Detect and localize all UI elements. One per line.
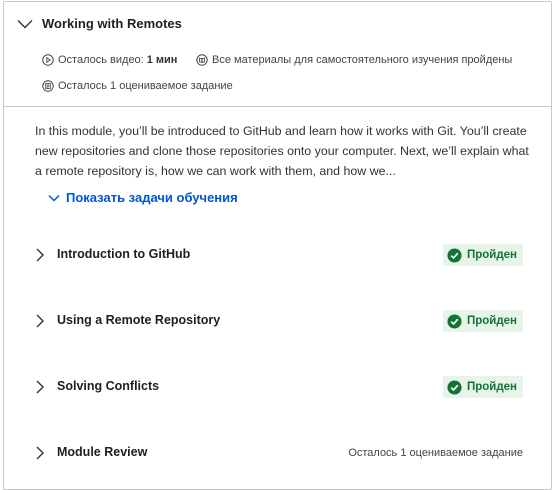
videos-remaining: Осталось видео: 1 мин: [42, 54, 177, 66]
play-circle-icon: [42, 54, 54, 66]
assignment-icon: [42, 80, 54, 92]
lesson-row-solving-conflicts[interactable]: Solving Conflicts Пройден: [4, 367, 551, 407]
status-label: Пройден: [466, 249, 517, 261]
lesson-row-module-review[interactable]: Module Review Осталось 1 оцениваемое зад…: [4, 433, 551, 473]
chevron-right-icon: [36, 248, 44, 262]
module-description: In this module, you’ll be introduced to …: [35, 124, 529, 178]
chevron-down-icon[interactable]: [17, 16, 33, 32]
check-circle-icon: [447, 313, 462, 329]
module-title[interactable]: Working with Remotes: [42, 16, 182, 31]
videos-remaining-value: 1 мин: [146, 54, 178, 66]
lesson-title: Introduction to GitHub: [57, 247, 191, 261]
chevron-right-icon: [36, 380, 44, 394]
status-badge: Пройден: [442, 376, 523, 398]
graded-remaining-text: Осталось 1 оцениваемое задание: [348, 447, 523, 459]
videos-remaining-label: Осталось видео:: [58, 54, 144, 66]
self-study-label: Все материалы для самостоятельного изуче…: [212, 54, 513, 66]
graded-remaining-label: Осталось 1 оцениваемое задание: [58, 80, 233, 92]
lesson-title: Using a Remote Repository: [57, 313, 221, 327]
lesson-row-using-a-remote-repository[interactable]: Using a Remote Repository Пройден: [4, 301, 551, 341]
lesson-title: Module Review: [57, 445, 148, 459]
self-study-status: Все материалы для самостоятельного изуче…: [196, 54, 512, 66]
graded-remaining: Осталось 1 оцениваемое задание: [42, 80, 233, 92]
lesson-row-introduction-to-github[interactable]: Introduction to GitHub Пройден: [4, 235, 551, 275]
status-badge: Пройден: [442, 244, 523, 266]
module-header: Working with Remotes Осталось видео: 1 м…: [4, 2, 551, 107]
check-circle-icon: [447, 247, 462, 263]
chevron-down-icon: [48, 194, 60, 202]
status-label: Пройден: [466, 381, 517, 393]
show-objectives-button[interactable]: Показать задачи обучения: [48, 190, 238, 205]
check-circle-icon: [447, 379, 462, 395]
show-objectives-label: Показать задачи обучения: [66, 190, 238, 205]
status-badge: Пройден: [442, 310, 523, 332]
module-card: Working with Remotes Осталось видео: 1 м…: [3, 1, 552, 490]
lesson-title: Solving Conflicts: [57, 379, 160, 393]
chevron-right-icon: [36, 446, 44, 460]
chevron-right-icon: [36, 314, 44, 328]
status-label: Пройден: [466, 315, 517, 327]
book-icon: [196, 54, 208, 66]
